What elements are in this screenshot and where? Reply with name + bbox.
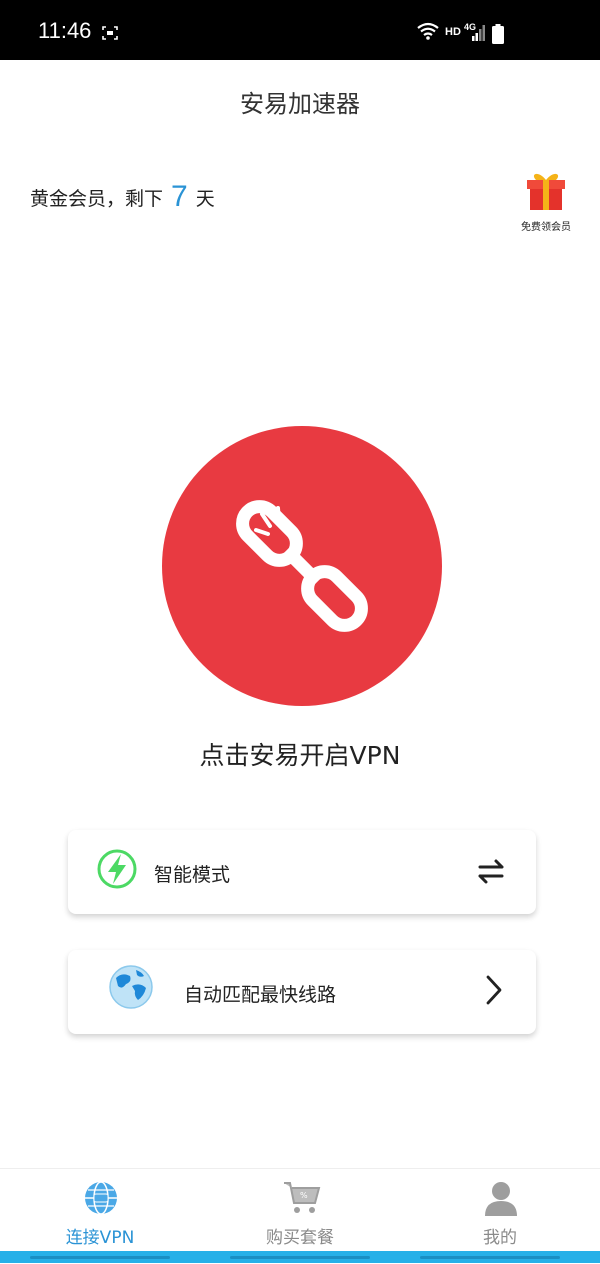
bottom-indicator-strip	[0, 1251, 600, 1263]
signal-icon	[472, 25, 486, 45]
connect-button[interactable]	[162, 426, 442, 706]
hd-indicator: HD	[445, 26, 461, 38]
chevron-right-icon	[486, 975, 502, 1005]
broken-link-icon	[236, 500, 368, 632]
switch-arrows-icon[interactable]	[476, 858, 506, 884]
globe-network-icon	[85, 1181, 117, 1215]
gift-icon	[527, 173, 565, 210]
screenshot-icon	[102, 25, 118, 44]
tab-connect-vpn[interactable]: 连接VPN	[0, 1169, 200, 1249]
connect-label: 点击安易开启VPN	[199, 741, 401, 770]
free-membership-button[interactable]: 免费领会员	[515, 168, 577, 233]
smart-mode-label: 智能模式	[154, 864, 231, 886]
membership-status: 黄金会员，剩下 7 天	[30, 172, 215, 222]
globe-icon	[109, 965, 153, 1009]
tab-label-buy: 购买套餐	[266, 1228, 334, 1248]
status-time: 11:46	[38, 18, 92, 43]
route-label: 自动匹配最快线路	[184, 984, 337, 1006]
page-title: 安易加速器	[240, 90, 360, 118]
lightning-icon	[97, 849, 137, 889]
user-icon	[485, 1182, 517, 1216]
gift-label: 免费领会员	[521, 222, 571, 233]
membership-prefix: 黄金会员，剩下	[30, 187, 164, 210]
tab-mine[interactable]: 我的	[400, 1169, 600, 1249]
battery-icon	[492, 24, 504, 48]
route-select-card[interactable]: 自动匹配最快线路	[68, 950, 536, 1034]
shopping-cart-icon: %	[284, 1182, 321, 1213]
bottom-tab-bar: 连接VPN % 购买套餐 我的	[0, 1168, 600, 1264]
tab-label-connect: 连接VPN	[65, 1228, 135, 1248]
membership-suffix: 天	[195, 187, 215, 210]
membership-days: 7	[171, 180, 188, 213]
wifi-icon	[416, 22, 440, 44]
smart-mode-card[interactable]: 智能模式	[68, 830, 536, 914]
status-bar: 11:46 HD 4G	[0, 0, 600, 60]
tab-buy-plan[interactable]: % 购买套餐	[200, 1169, 400, 1249]
svg-text:%: %	[300, 1191, 308, 1200]
tab-label-mine: 我的	[483, 1228, 517, 1248]
